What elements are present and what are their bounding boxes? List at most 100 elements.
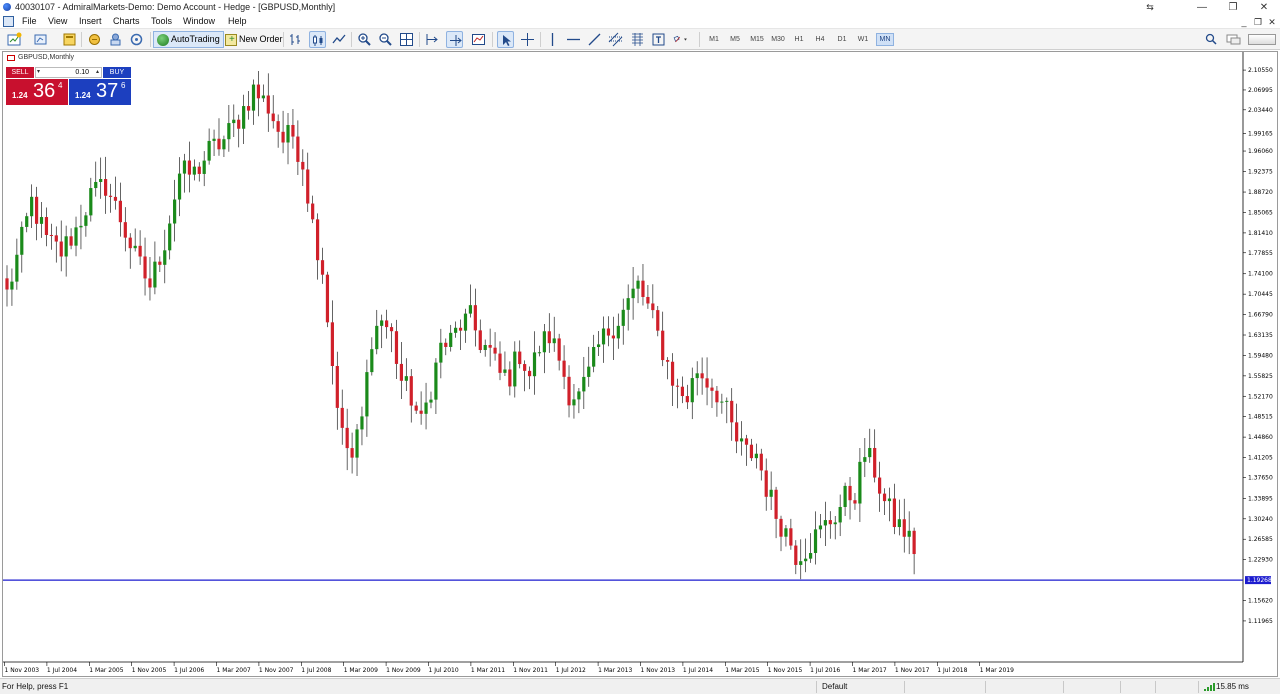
menu-charts[interactable]: Charts [113,16,140,26]
vertical-line-icon[interactable] [544,31,561,48]
bar-chart-icon[interactable] [287,31,304,48]
menu-file[interactable]: File [22,16,37,26]
candle-body [764,470,768,497]
zoom-in-icon[interactable] [356,31,373,48]
sell-price-box[interactable]: 1.24 36 4 [6,79,68,105]
candle-body [631,288,635,299]
lot-size-input[interactable]: ▾ 0.10 ▴ [35,67,102,78]
cursor-icon[interactable] [497,31,514,48]
mdi-minimize-button[interactable]: _ [1238,15,1250,29]
strategy-tester-icon[interactable] [128,31,145,48]
price-tick-label: 1.70445 [1248,291,1273,298]
profiles-icon[interactable] [33,31,50,48]
text-label-icon[interactable] [650,31,667,48]
price-tick-label: 1.44860 [1248,434,1273,441]
timeframe-w1[interactable]: W1 [854,33,872,46]
chart-shift-icon[interactable] [446,31,463,48]
buy-button[interactable]: BUY [103,67,131,78]
lot-increase-icon[interactable]: ▴ [96,68,99,77]
menu-view[interactable]: View [48,16,67,26]
new-order-button[interactable]: + New Order [221,31,287,48]
candle-body [878,477,882,494]
crosshair-icon[interactable] [519,31,536,48]
candle-body [123,222,127,238]
price-tick-label: 1.41205 [1248,455,1273,462]
candle-body [587,366,591,377]
new-chart-icon[interactable] [6,31,23,48]
menu-window[interactable]: Window [183,16,215,26]
candle-body [744,438,749,445]
time-tick-label: 1 Mar 2015 [725,667,759,674]
restore-button[interactable]: ❐ [1217,0,1249,15]
connection-ping: 15.85 ms [1216,682,1249,691]
terminal-icon[interactable] [107,31,124,48]
signal-input[interactable] [1248,34,1276,45]
candle-body [306,169,310,204]
fibonacci-icon[interactable] [629,31,646,48]
auto-scroll-icon[interactable] [424,31,441,48]
timeframe-h1[interactable]: H1 [790,33,808,46]
menu-help[interactable]: Help [228,16,247,26]
candle-body [10,281,14,290]
timeframe-d1[interactable]: D1 [833,33,851,46]
candlesticks-icon[interactable] [309,31,326,48]
buy-price-box[interactable]: 1.24 37 6 [69,79,131,105]
search-icon[interactable] [1203,31,1220,48]
navigator-icon[interactable] [86,31,103,48]
time-tick-label: 1 Nov 2003 [5,667,40,674]
candle-body [754,453,758,459]
equidistant-channel-icon[interactable] [607,31,624,48]
timeframe-m1[interactable]: M1 [705,33,723,46]
candlestick-chart[interactable]: 2.10550 2.06995 2.03440 1.99165 1.96060 1.923… [3,52,1279,678]
minimize-button[interactable]: — [1186,0,1218,15]
candle-body [365,372,369,417]
connection-status-icon [1204,683,1215,691]
candle-body [197,166,201,174]
timeframe-mn[interactable]: MN [876,33,894,46]
sell-button[interactable]: SELL [6,67,34,78]
horizontal-line-icon[interactable] [565,31,582,48]
timeframe-m15[interactable]: M15 [747,33,767,46]
indicators-icon[interactable] [470,31,487,48]
candle-body [670,361,675,386]
market-watch-icon[interactable] [61,31,78,48]
price-tick-label: 1.92375 [1248,169,1273,176]
candles [5,70,916,580]
sell-price-small: 1.24 [12,91,28,100]
timeframe-m30[interactable]: M30 [768,33,788,46]
zoom-out-icon[interactable] [377,31,394,48]
candle-body [784,528,788,537]
restore-small-icon[interactable]: ⇆ [1134,0,1166,15]
tile-windows-icon[interactable] [398,31,415,48]
candle-body [651,303,655,311]
autotrading-button[interactable]: AutoTrading [153,31,224,48]
trendline-icon[interactable] [586,31,603,48]
candle-body [389,327,394,332]
price-tick-label: 1.99165 [1248,131,1273,138]
candle-body [611,335,615,339]
timeframe-m5[interactable]: M5 [726,33,744,46]
candle-body [887,498,892,502]
candle-body [666,360,670,362]
lot-decrease-icon[interactable]: ▾ [37,68,40,77]
shapes-dropdown-icon[interactable] [672,31,696,48]
menu-tools[interactable]: Tools [151,16,172,26]
mdi-close-button[interactable]: ✕ [1266,15,1278,29]
menu-insert[interactable]: Insert [79,16,102,26]
mdi-restore-button[interactable]: ❐ [1252,15,1264,29]
candle-body [823,520,827,526]
candle-body [907,530,911,537]
chat-icon[interactable] [1225,31,1242,48]
close-button[interactable]: ✕ [1248,0,1280,15]
candle-body [355,429,359,458]
menu-bar: File View Insert Charts Tools Window Hel… [0,15,1280,29]
candle-body [902,519,906,537]
candle-body [286,125,290,143]
line-chart-icon[interactable] [331,31,348,48]
timeframe-h4[interactable]: H4 [811,33,829,46]
chart-window[interactable]: 2.10550 2.06995 2.03440 1.99165 1.96060 1.923… [2,51,1278,677]
candle-body [449,332,453,347]
time-tick-label: 1 Nov 2015 [768,667,803,674]
candle-body [168,223,172,251]
chart-label-icon [7,54,15,61]
